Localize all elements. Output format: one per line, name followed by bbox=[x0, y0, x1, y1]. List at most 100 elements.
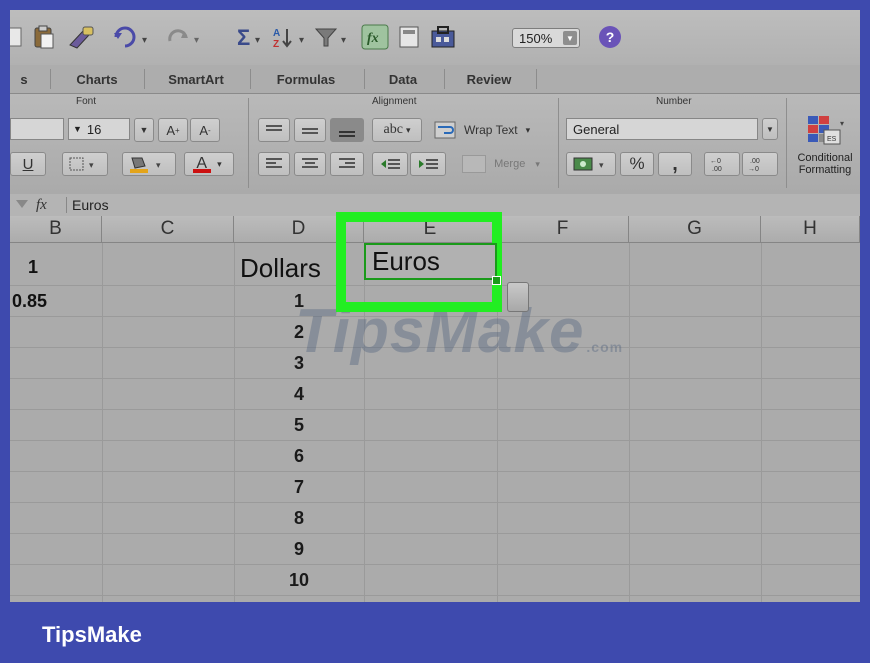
active-cell-e1[interactable]: Euros bbox=[364, 243, 497, 280]
align-middle-icon bbox=[302, 128, 318, 134]
svg-text:→0: →0 bbox=[748, 166, 759, 173]
currency-icon: ▾ bbox=[573, 157, 604, 171]
paste-options-icon[interactable] bbox=[507, 282, 529, 312]
comma-button[interactable]: , bbox=[658, 152, 692, 176]
tab-charts[interactable]: Charts bbox=[58, 65, 136, 93]
cell-d10[interactable]: 9 bbox=[234, 534, 364, 564]
align-right-button[interactable] bbox=[330, 152, 364, 176]
svg-text:▾: ▾ bbox=[194, 35, 199, 46]
tab-review[interactable]: Review bbox=[450, 65, 528, 93]
help-icon[interactable]: ? bbox=[599, 26, 621, 48]
cell-d11[interactable]: 10 bbox=[234, 565, 364, 595]
toolbox-icon[interactable] bbox=[428, 24, 458, 50]
decrease-indent-icon bbox=[381, 159, 400, 169]
wrap-text-label: Wrap Text bbox=[464, 123, 518, 137]
cell-d1[interactable]: Dollars bbox=[240, 250, 321, 286]
increase-decimal-button[interactable]: ←0.00 bbox=[704, 152, 740, 176]
font-size-value: 16 bbox=[86, 121, 102, 137]
watermark-suffix: .com bbox=[586, 339, 624, 355]
chevron-down-icon bbox=[16, 200, 28, 208]
align-top-button[interactable] bbox=[258, 118, 290, 142]
chevron-down-icon: ▾ bbox=[217, 158, 222, 169]
wrap-text-icon bbox=[434, 121, 456, 139]
align-middle-button[interactable] bbox=[294, 118, 326, 142]
column-header-h[interactable]: H bbox=[761, 216, 860, 243]
paste-icon[interactable] bbox=[30, 24, 58, 50]
column-header-g[interactable]: G bbox=[629, 216, 761, 243]
svg-text:▾: ▾ bbox=[599, 160, 604, 170]
ribbon-tabs: s Charts SmartArt Formulas Data Review bbox=[10, 65, 860, 94]
brand-logo: TipsMake bbox=[42, 622, 142, 647]
align-right-icon bbox=[339, 158, 355, 168]
align-bottom-icon bbox=[339, 131, 355, 137]
font-color-bar bbox=[193, 169, 211, 173]
decrease-indent-button[interactable] bbox=[372, 152, 408, 176]
font-name-field[interactable] bbox=[10, 118, 64, 140]
currency-button[interactable]: ▾ bbox=[566, 152, 616, 176]
tab-smartart[interactable]: SmartArt bbox=[150, 65, 242, 93]
cell-d9[interactable]: 8 bbox=[234, 503, 364, 533]
increase-indent-button[interactable] bbox=[410, 152, 446, 176]
function-icon[interactable]: fx bbox=[360, 24, 390, 50]
align-center-icon bbox=[302, 158, 318, 168]
number-group-label: Number bbox=[656, 96, 692, 107]
column-header-b[interactable]: B bbox=[10, 216, 102, 243]
tab-formulas[interactable]: Formulas bbox=[256, 65, 356, 93]
borders-icon: ▾ bbox=[69, 157, 94, 171]
svg-text:←0: ←0 bbox=[710, 158, 721, 165]
standard-toolbar: ▾ ▾ Σ ▾ A Z ▾ ▾ fx 150% ▼ ? bbox=[10, 10, 860, 65]
svg-text:▾: ▾ bbox=[840, 119, 844, 128]
cell-d8[interactable]: 7 bbox=[234, 472, 364, 502]
formula-input[interactable]: Euros bbox=[72, 194, 109, 216]
column-header-c[interactable]: C bbox=[102, 216, 234, 243]
increase-decimal-icon: ←0.00 bbox=[710, 158, 722, 173]
svg-text:▾: ▾ bbox=[142, 35, 147, 46]
grow-font-button[interactable]: A + bbox=[158, 118, 188, 142]
filter-icon[interactable]: ▾ bbox=[312, 24, 352, 50]
align-bottom-button[interactable] bbox=[330, 118, 364, 142]
fill-handle[interactable] bbox=[492, 276, 501, 285]
alignment-group-label: Alignment bbox=[372, 96, 417, 107]
tab-data[interactable]: Data bbox=[370, 65, 436, 93]
active-cell-value: Euros bbox=[372, 246, 440, 276]
orientation-button[interactable]: abc ▾ bbox=[372, 118, 422, 142]
cell-d6[interactable]: 5 bbox=[234, 410, 364, 440]
svg-text:▾: ▾ bbox=[255, 35, 260, 46]
align-left-icon bbox=[266, 158, 282, 168]
copy-icon[interactable] bbox=[10, 24, 24, 50]
autosum-icon[interactable]: Σ ▾ bbox=[234, 24, 266, 50]
font-color-button[interactable]: A ▾ bbox=[184, 152, 234, 176]
shrink-font-button[interactable]: A- bbox=[190, 118, 220, 142]
borders-button[interactable]: ▾ bbox=[62, 152, 108, 176]
number-format-field[interactable]: General bbox=[566, 118, 758, 140]
undo-icon[interactable]: ▾ bbox=[110, 24, 154, 50]
tab-home[interactable]: s bbox=[10, 65, 38, 93]
conditional-formatting-button[interactable]: ES ▾ Conditional Formatting bbox=[796, 112, 856, 186]
zoom-value: 150% bbox=[519, 30, 553, 46]
fx-icon[interactable]: fx bbox=[36, 194, 47, 216]
font-size-dropdown[interactable]: ▼ bbox=[134, 118, 154, 142]
cell-b2[interactable]: 0.85 bbox=[12, 286, 47, 316]
sort-icon[interactable]: A Z ▾ bbox=[270, 24, 310, 50]
ribbon: Font ▼ 16 ▼ A + A- U ▾ ▾ A ▾ Alignment a… bbox=[10, 94, 860, 195]
align-center-button[interactable] bbox=[294, 152, 326, 176]
cell-b1[interactable]: 1 bbox=[28, 252, 38, 282]
merge-button[interactable]: Merge ▾ bbox=[452, 152, 550, 176]
font-size-field[interactable]: ▼ 16 bbox=[68, 118, 130, 140]
svg-text:ES: ES bbox=[827, 136, 837, 143]
number-format-dropdown[interactable]: ▼ bbox=[762, 118, 778, 140]
column-header-f[interactable]: F bbox=[497, 216, 629, 243]
svg-text:▾: ▾ bbox=[156, 160, 161, 170]
gallery-icon[interactable] bbox=[396, 24, 422, 50]
redo-icon[interactable]: ▾ bbox=[162, 24, 206, 50]
fill-color-button[interactable]: ▾ bbox=[122, 152, 176, 176]
format-painter-icon[interactable] bbox=[65, 24, 97, 50]
percent-button[interactable]: % bbox=[620, 152, 654, 176]
decrease-decimal-button[interactable]: .00 →0 bbox=[742, 152, 778, 176]
cell-d7[interactable]: 6 bbox=[234, 441, 364, 471]
wrap-text-button[interactable]: Wrap Text ▾ bbox=[428, 118, 552, 142]
underline-button[interactable]: U bbox=[10, 152, 46, 176]
align-left-button[interactable] bbox=[258, 152, 290, 176]
cell-d5[interactable]: 4 bbox=[234, 379, 364, 409]
zoom-select[interactable]: 150% ▼ bbox=[512, 28, 580, 48]
